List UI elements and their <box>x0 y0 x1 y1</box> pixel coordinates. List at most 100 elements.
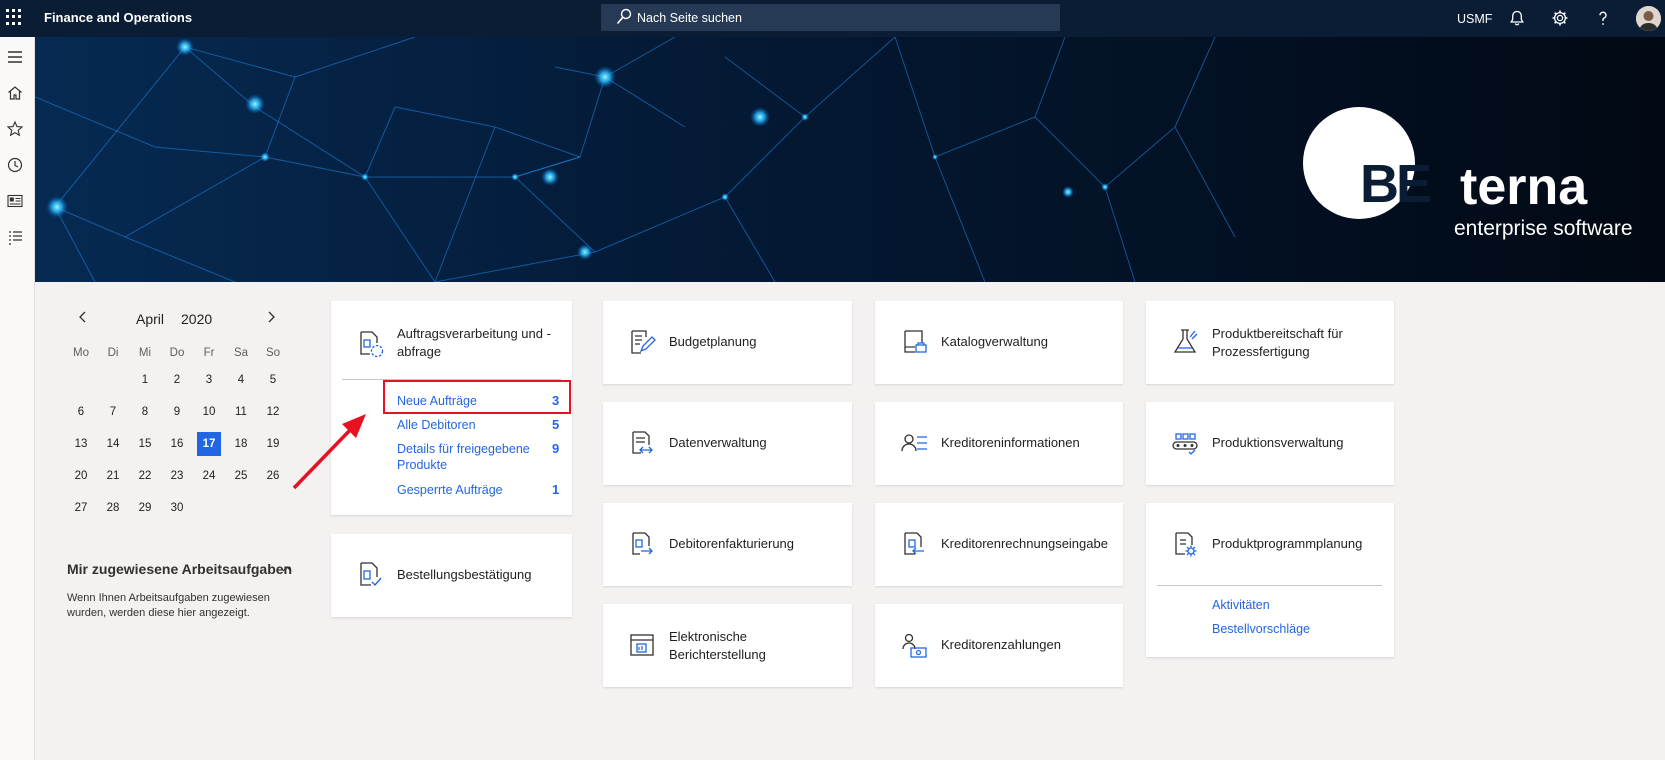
tile-produktprogrammplanung[interactable]: Produktprogrammplanung Aktivitäten Beste… <box>1146 503 1394 657</box>
avatar[interactable] <box>1636 6 1661 31</box>
tile-debitorenfakturierung[interactable]: Debitorenfakturierung <box>603 503 852 586</box>
calendar-day[interactable]: 23 <box>165 464 189 488</box>
home-icon[interactable] <box>6 84 24 102</box>
vendor-invoice-entry-icon <box>904 532 924 555</box>
modules-list-icon[interactable] <box>6 228 24 246</box>
calendar-day[interactable]: 28 <box>101 496 125 520</box>
calendar-day-today[interactable]: 17 <box>197 432 221 456</box>
calendar-day[interactable]: 18 <box>229 432 253 456</box>
hamburger-icon[interactable] <box>6 48 24 66</box>
tile-kreditorenrechnungseingabe[interactable]: Kreditorenrechnungseingabe <box>875 503 1123 586</box>
calendar-day[interactable]: 21 <box>101 464 125 488</box>
calendar-day[interactable]: 12 <box>261 400 285 424</box>
help-icon[interactable] <box>1594 9 1612 27</box>
calendar-day[interactable]: 9 <box>165 400 189 424</box>
weekday-label: Do <box>169 347 185 359</box>
calendar-blank-cell <box>69 368 93 392</box>
app-title[interactable]: Finance and Operations <box>44 10 192 25</box>
tile-label: Kreditorenrechnungseingabe <box>941 536 1108 551</box>
search-icon <box>616 8 632 25</box>
calendar-day[interactable]: 7 <box>101 400 125 424</box>
gear-icon[interactable] <box>1551 9 1569 27</box>
calendar-day[interactable]: 8 <box>133 400 157 424</box>
count-freigegebene-produkte[interactable]: 9 <box>552 441 559 456</box>
calendar-day[interactable]: 5 <box>261 368 285 392</box>
calendar-day[interactable]: 13 <box>69 432 93 456</box>
calendar-blank-cell <box>101 368 125 392</box>
link-freigegebene-produkte[interactable]: Details für freigegebene Produkte <box>397 441 537 473</box>
tile-katalogverwaltung[interactable]: Katalogverwaltung <box>875 301 1123 384</box>
calendar-weekday-row: Mo Di Mi Do Fr Sa So <box>65 347 290 359</box>
link-gesperrte-auftraege[interactable]: Gesperrte Aufträge <box>397 482 503 498</box>
calendar-day[interactable]: 27 <box>69 496 93 520</box>
my-tasks-title[interactable]: Mir zugewiesene Arbeitsaufgaben <box>67 561 292 577</box>
tile-label: Katalogverwaltung <box>941 334 1048 349</box>
count-gesperrte-auftraege[interactable]: 1 <box>552 482 559 497</box>
search-input[interactable] <box>637 4 1037 31</box>
calendar-day[interactable]: 20 <box>69 464 93 488</box>
logo-subtitle: enterprise software <box>1454 217 1633 240</box>
weekday-label: Mi <box>138 347 152 359</box>
star-icon[interactable] <box>6 120 24 138</box>
calendar-day[interactable]: 16 <box>165 432 189 456</box>
recent-clock-icon[interactable] <box>6 156 24 174</box>
tile-elektronische-berichterstellung[interactable]: Elektronische Berichterstellung <box>603 604 852 687</box>
calendar-day[interactable]: 29 <box>133 496 157 520</box>
tile-divider <box>1157 585 1382 586</box>
link-alle-debitoren[interactable]: Alle Debitoren <box>397 417 476 433</box>
calendar-day[interactable]: 19 <box>261 432 285 456</box>
company-picker[interactable]: USMF <box>1457 12 1492 26</box>
previous-month-button[interactable] <box>75 309 91 325</box>
process-manufacturing-flask-icon <box>1173 329 1198 353</box>
count-alle-debitoren[interactable]: 5 <box>552 417 559 432</box>
calendar-day[interactable]: 10 <box>197 400 221 424</box>
calendar-year: 2020 <box>181 311 213 327</box>
calendar-day[interactable]: 30 <box>165 496 189 520</box>
calendar-day[interactable]: 6 <box>69 400 93 424</box>
calendar-day[interactable]: 1 <box>133 368 157 392</box>
tile-kreditorenzahlungen[interactable]: Kreditorenzahlungen <box>875 604 1123 687</box>
tile-label: Produktprogrammplanung <box>1212 536 1363 551</box>
waffle-icon[interactable] <box>6 9 22 25</box>
tile-label: Bestellungsbestätigung <box>397 567 532 582</box>
data-management-icon <box>632 431 653 454</box>
top-bar: Finance and Operations USMF <box>0 0 1665 37</box>
calendar-day[interactable]: 15 <box>133 432 157 456</box>
tile-kreditoreninformationen[interactable]: Kreditoreninformationen <box>875 402 1123 485</box>
calendar-day[interactable]: 4 <box>229 368 253 392</box>
production-conveyor-icon <box>1172 433 1198 455</box>
tile-produktbereitschaft[interactable]: Produktbereitschaft für Prozessfertigung <box>1146 301 1394 384</box>
calendar-day[interactable]: 2 <box>165 368 189 392</box>
calendar-days: 1 2 3 4 5 6 7 8 9 10 11 12 13 14 15 16 17 18 19 20 21 22 23 24 2… <box>65 368 290 528</box>
logo-terna-text: terna <box>1460 158 1588 216</box>
bell-icon[interactable] <box>1508 9 1526 27</box>
tile-divider <box>342 379 561 380</box>
calendar-day[interactable]: 24 <box>197 464 221 488</box>
link-bestellvorschlaege[interactable]: Bestellvorschläge <box>1212 621 1310 637</box>
tile-budgetplanung[interactable]: Budgetplanung <box>603 301 852 384</box>
tile-auftragsverarbeitung[interactable]: Auftragsverarbeitung und -abfrage Neue A… <box>331 301 572 515</box>
tile-bestellungsbestaetigung[interactable]: Bestellungsbestätigung <box>331 534 572 617</box>
order-confirmation-icon <box>360 562 382 587</box>
weekday-label: Fr <box>203 347 215 359</box>
tile-produktionsverwaltung[interactable]: Produktionsverwaltung <box>1146 402 1394 485</box>
tile-label: Datenverwaltung <box>669 435 767 450</box>
calendar-day[interactable]: 14 <box>101 432 125 456</box>
calendar-day[interactable]: 11 <box>229 400 253 424</box>
tile-datenverwaltung[interactable]: Datenverwaltung <box>603 402 852 485</box>
link-aktivitaeten[interactable]: Aktivitäten <box>1212 597 1270 613</box>
next-month-button[interactable] <box>263 309 279 325</box>
chevron-up-icon[interactable] <box>282 564 292 574</box>
vendor-payments-icon <box>902 633 927 658</box>
calendar-day[interactable]: 3 <box>197 368 221 392</box>
workspaces-icon[interactable] <box>6 192 24 210</box>
count-neue-auftraege[interactable]: 3 <box>552 393 559 408</box>
search-box[interactable] <box>601 4 1060 31</box>
catalog-management-icon <box>904 330 927 353</box>
calendar-day[interactable]: 25 <box>229 464 253 488</box>
calendar-day[interactable]: 26 <box>261 464 285 488</box>
link-neue-auftraege[interactable]: Neue Aufträge <box>397 393 477 409</box>
tile-label: Budgetplanung <box>669 334 757 349</box>
calendar: April 2020 Mo Di Mi Do Fr Sa So 1 2 3 4 5 6 7 8 9 10 11 1… <box>65 305 290 528</box>
calendar-day[interactable]: 22 <box>133 464 157 488</box>
